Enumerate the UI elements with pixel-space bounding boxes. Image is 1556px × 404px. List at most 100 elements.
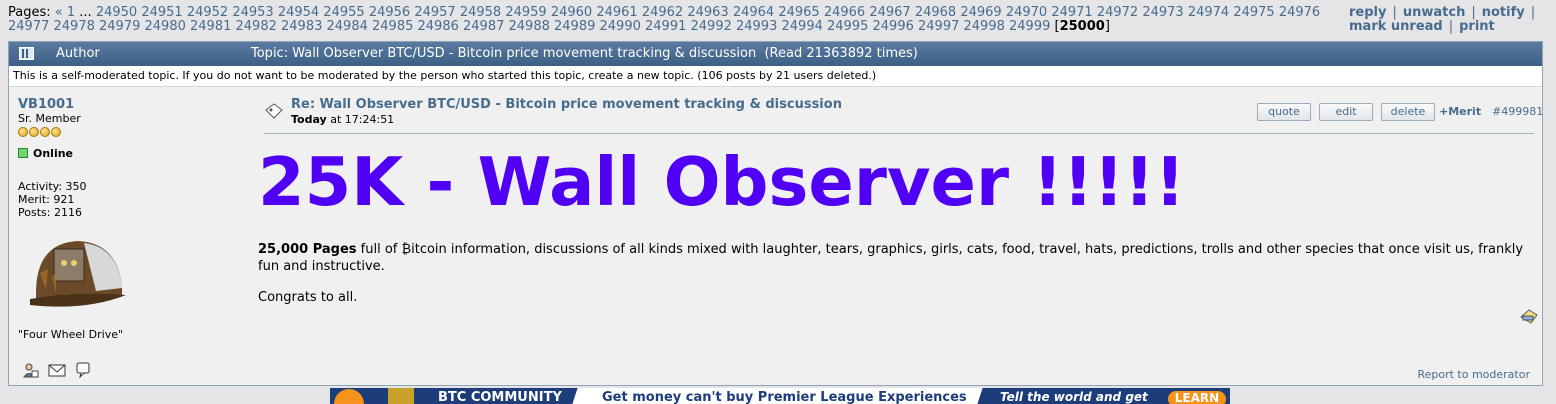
page-link[interactable]: 24998 xyxy=(964,19,1005,34)
rank-stars xyxy=(18,127,248,139)
quick-quote-icon[interactable] xyxy=(1519,307,1539,325)
page-link[interactable]: 24961 xyxy=(596,5,637,20)
poster-rank: Sr. Member xyxy=(18,112,81,125)
online-status: Online xyxy=(18,147,248,160)
self-moderated-notice: This is a self-moderated topic. If you d… xyxy=(9,66,1542,87)
post-date-day: Today xyxy=(291,113,327,126)
quote-button[interactable]: quote xyxy=(1257,103,1311,121)
print-link[interactable]: print xyxy=(1459,19,1495,34)
page-link[interactable]: 24992 xyxy=(691,19,732,34)
poster-name[interactable]: VB1001 xyxy=(18,97,74,112)
page-link[interactable]: 24957 xyxy=(414,5,455,20)
page-link[interactable]: 24983 xyxy=(281,19,322,34)
page-link[interactable]: 24995 xyxy=(827,19,868,34)
topic-table: Author Topic: Wall Observer BTC/USD - Bi… xyxy=(8,41,1543,386)
page-link[interactable]: 24982 xyxy=(236,19,277,34)
page-link[interactable]: 24962 xyxy=(642,5,683,20)
mark-unread-link[interactable]: mark unread xyxy=(1349,19,1443,34)
separator: | xyxy=(1392,5,1397,20)
page-link[interactable]: 24951 xyxy=(141,5,182,20)
page-link[interactable]: 24997 xyxy=(918,19,959,34)
prev-page-link[interactable]: « xyxy=(55,5,63,20)
page-link[interactable]: 24960 xyxy=(551,5,592,20)
page-link[interactable]: 24979 xyxy=(99,19,140,34)
page-link[interactable]: 24969 xyxy=(960,5,1001,20)
page-link[interactable]: 24966 xyxy=(824,5,865,20)
page-link[interactable]: 24967 xyxy=(869,5,910,20)
unwatch-link[interactable]: unwatch xyxy=(1403,5,1465,20)
topic-actions: reply | unwatch | notify | mark unread | print xyxy=(1349,6,1549,34)
merit-stat: Merit: 921 xyxy=(18,193,75,206)
page-link[interactable]: 24978 xyxy=(54,19,95,34)
banner-ad[interactable]: BTC COMMUNITY Get money can't buy Premie… xyxy=(330,388,1230,404)
banner-learn-button[interactable]: LEARN xyxy=(1168,391,1226,404)
author-column-label: Author xyxy=(56,46,100,61)
profile-icon[interactable] xyxy=(23,362,39,378)
first-page-link[interactable]: 1 xyxy=(67,5,75,20)
post-text: full of ₿itcoin information, discussions… xyxy=(258,242,1524,274)
message-icon[interactable] xyxy=(75,362,91,379)
post-bold-text: 25,000 Pages xyxy=(258,242,357,257)
page-link[interactable]: 24963 xyxy=(687,5,728,20)
page-link[interactable]: 24971 xyxy=(1051,5,1092,20)
star-icon xyxy=(29,127,39,137)
poster-info: VB1001 Sr. Member Online Activity: 350 M… xyxy=(18,97,248,341)
page-link[interactable]: 24956 xyxy=(369,5,410,20)
avatar xyxy=(30,241,126,307)
page-link[interactable]: 24953 xyxy=(232,5,273,20)
page-link[interactable]: 24950 xyxy=(96,5,137,20)
page-link[interactable]: 24993 xyxy=(736,19,777,34)
separator: | xyxy=(1530,5,1536,20)
delete-button[interactable]: delete xyxy=(1381,103,1435,121)
page-link[interactable]: 24964 xyxy=(733,5,774,20)
notify-link[interactable]: notify xyxy=(1482,5,1525,20)
page-link[interactable]: 24986 xyxy=(418,19,459,34)
page-link[interactable]: 24955 xyxy=(323,5,364,20)
post-number-link[interactable]: #499981 xyxy=(1492,105,1543,118)
page-link[interactable]: 24988 xyxy=(509,19,550,34)
page-link[interactable]: 24980 xyxy=(145,19,186,34)
page-link[interactable]: 24987 xyxy=(463,19,504,34)
page-link[interactable]: 24996 xyxy=(873,19,914,34)
post-icon xyxy=(265,103,283,119)
separator: | xyxy=(1448,19,1454,34)
page-link[interactable]: 24989 xyxy=(554,19,595,34)
current-page: 25000 xyxy=(1059,19,1105,34)
posts-stat: Posts: 2116 xyxy=(18,206,82,219)
page-link[interactable]: 24990 xyxy=(600,19,641,34)
page-link[interactable]: 24977 xyxy=(8,19,49,34)
topic-title: Topic: Wall Observer BTC/USD - Bitcoin p… xyxy=(251,46,918,61)
page-link[interactable]: 24975 xyxy=(1233,5,1274,20)
page-link[interactable]: 24999 xyxy=(1009,19,1050,34)
page-link[interactable]: 24976 xyxy=(1279,5,1320,20)
page-links: 24950 24951 24952 24953 24954 24955 2495… xyxy=(8,5,1320,34)
page-link[interactable]: 24968 xyxy=(915,5,956,20)
star-icon xyxy=(18,127,28,137)
page-link[interactable]: 24985 xyxy=(372,19,413,34)
post-headline: 25K - Wall Observer !!!!! xyxy=(258,143,1186,221)
post-title-link[interactable]: Re: Wall Observer BTC/USD - Bitcoin pric… xyxy=(291,97,842,112)
page-link[interactable]: 24958 xyxy=(460,5,501,20)
page-link[interactable]: 24970 xyxy=(1006,5,1047,20)
page-link[interactable]: 24952 xyxy=(187,5,228,20)
page-link[interactable]: 24994 xyxy=(782,19,823,34)
report-to-moderator-link[interactable]: Report to moderator xyxy=(1417,368,1530,381)
merit-link[interactable]: +Merit xyxy=(1439,105,1481,118)
page-link[interactable]: 24965 xyxy=(778,5,819,20)
post-date-time: at 17:24:51 xyxy=(326,113,395,126)
email-icon[interactable] xyxy=(48,362,66,378)
page-link[interactable]: 24981 xyxy=(190,19,231,34)
reply-link[interactable]: reply xyxy=(1349,5,1386,20)
page-link[interactable]: 24954 xyxy=(278,5,319,20)
page-link[interactable]: 24991 xyxy=(645,19,686,34)
page-link[interactable]: 24972 xyxy=(1097,5,1138,20)
page-link[interactable]: 24959 xyxy=(505,5,546,20)
page-link[interactable]: 24984 xyxy=(327,19,368,34)
online-label: Online xyxy=(33,147,74,160)
post-body: 25,000 Pages full of ₿itcoin information… xyxy=(258,241,1538,320)
edit-button[interactable]: edit xyxy=(1319,103,1373,121)
page-link[interactable]: 24973 xyxy=(1142,5,1183,20)
online-icon xyxy=(18,148,28,158)
post-header: Re: Wall Observer BTC/USD - Bitcoin pric… xyxy=(264,97,1543,134)
page-link[interactable]: 24974 xyxy=(1188,5,1229,20)
